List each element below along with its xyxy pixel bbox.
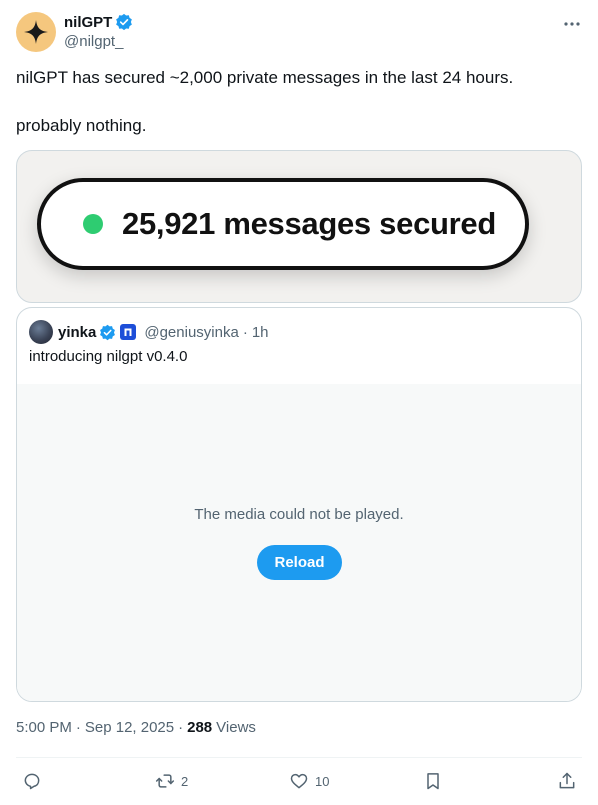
quoted-separator: · [242,323,248,341]
meta-separator: · [178,719,184,736]
like-button[interactable]: 10 [289,768,329,794]
like-icon [290,773,308,789]
quoted-video-player[interactable]: The media could not be played. Reload [17,384,581,701]
views-count: 288 [187,719,213,736]
tweet-text: nilGPT has secured ~2,000 private messag… [16,66,582,138]
reload-button[interactable]: Reload [257,545,342,580]
quoted-tweet[interactable]: yinka @geniusyinka · 1h introducing nilg… [16,307,582,702]
quoted-display-name: yinka [58,323,97,341]
messages-counter-pill: 25,921 messages secured [37,178,529,270]
affiliate-badge-icon [120,324,137,340]
verified-icon [100,324,116,340]
views-label: Views [216,719,256,736]
tweet-line-1: nilGPT has secured ~2,000 private messag… [16,68,514,87]
media-error-message: The media could not be played. [194,506,404,523]
reply-button[interactable] [22,768,48,794]
action-bar: 2 10 [16,768,582,794]
tweet-meta: 5:00 PM · Sep 12, 2025 · 288 Views [16,719,256,736]
quoted-timestamp: 1h [251,323,269,341]
share-button[interactable] [557,768,577,794]
like-count: 10 [315,773,330,789]
tweet-line-2: probably nothing. [16,116,147,135]
more-icon [564,22,580,26]
messages-counter-text: 25,921 messages secured [122,206,496,241]
tweet-date[interactable]: Sep 12, 2025 [85,719,174,736]
retweet-icon [155,774,175,788]
author-avatar[interactable] [16,12,56,52]
bookmark-button[interactable] [423,768,443,794]
author-handle[interactable]: @nilgpt_ [64,33,123,50]
quoted-avatar [29,320,53,344]
quoted-text: introducing nilgpt v0.4.0 [29,348,188,365]
verified-icon [116,13,133,31]
sparkle-icon [24,20,48,44]
bookmark-icon [427,773,439,790]
meta-separator: · [75,719,81,736]
status-dot [83,214,103,234]
quoted-header: yinka @geniusyinka · 1h [29,320,269,344]
tweet-media-image[interactable]: 25,921 messages secured [16,150,582,303]
more-button[interactable] [562,14,582,34]
retweet-count: 2 [181,773,189,789]
author-name-row: nilGPT [64,13,133,31]
share-icon [559,772,575,789]
tweet-header: nilGPT @nilgpt_ [16,12,582,54]
tweet-time[interactable]: 5:00 PM [16,719,72,736]
divider [16,757,582,758]
author-display-name[interactable]: nilGPT [64,14,112,31]
quoted-handle: @geniusyinka [144,323,239,341]
retweet-button[interactable]: 2 [155,768,188,794]
reply-icon [24,773,40,790]
